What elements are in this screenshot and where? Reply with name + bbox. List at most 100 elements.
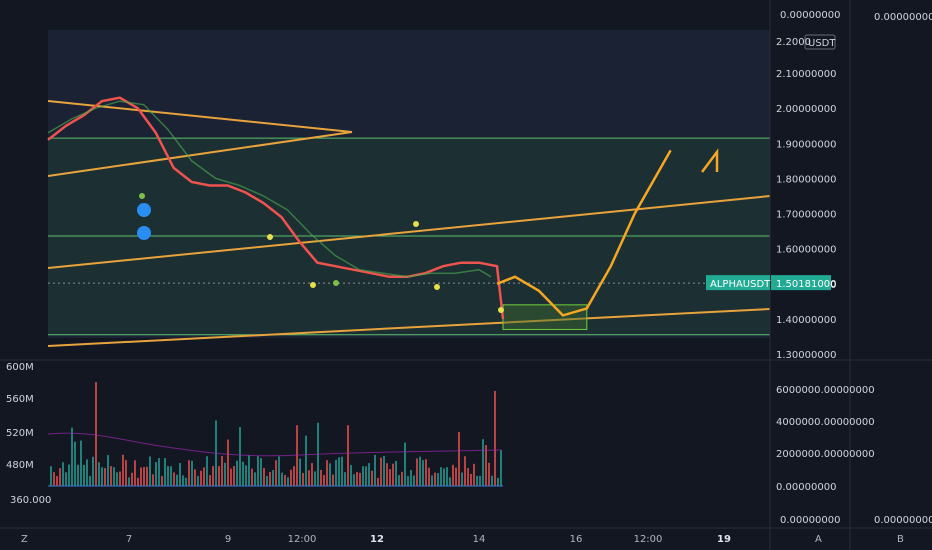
volume-bottom-label: 360.000	[10, 495, 51, 506]
volume-bar	[242, 461, 244, 486]
volume-bar	[440, 467, 442, 486]
volume-bar	[482, 439, 484, 486]
volume-bar	[56, 476, 58, 486]
last-price-label: 1.50181000	[776, 279, 836, 290]
volume-bar	[431, 475, 433, 486]
volume-bar	[293, 466, 295, 486]
volume-right-axis: 6000000.00000000 4000000.00000000 2000000.…	[776, 385, 875, 493]
price-tick-label: 1.40000000	[776, 315, 836, 326]
volume-bar	[320, 469, 322, 486]
volume-bar	[74, 441, 76, 486]
chart-root: 2.10000000 2.00000000 1.90000000 1.80000000…	[0, 0, 932, 550]
volume-bar	[341, 456, 343, 486]
volume-bar	[305, 435, 307, 486]
volume-bar	[494, 391, 496, 486]
volume-bar	[407, 476, 409, 486]
volume-bar	[377, 477, 379, 486]
volume-bar	[497, 477, 499, 486]
price-top-label: 2.2000	[776, 37, 811, 48]
volume-bar	[236, 460, 238, 486]
volume-bar	[143, 467, 145, 486]
volume-bar	[368, 463, 370, 486]
volume-bar	[227, 439, 229, 486]
volume-bar	[344, 472, 346, 486]
volume-bar	[83, 464, 85, 486]
volume-bar	[203, 467, 205, 486]
volume-bar	[476, 475, 478, 486]
volume-bar	[416, 458, 418, 486]
volume-bar	[137, 477, 139, 486]
volume-bar	[458, 432, 460, 486]
volume-bar	[437, 473, 439, 486]
volume-bar	[287, 477, 289, 486]
volume-bar	[92, 456, 94, 486]
volume-bar	[470, 473, 472, 486]
volume-bar	[350, 465, 352, 486]
volume-right-tick-label: 4000000.00000000	[776, 417, 875, 428]
volume-bar	[485, 445, 487, 486]
volume-bar	[260, 458, 262, 486]
time-tick-label: 9	[225, 534, 231, 545]
volume-bar	[110, 466, 112, 486]
volume-bar	[386, 463, 388, 486]
time-axis[interactable]: 7 9 12:00 12 14 16 12:00 19	[126, 534, 731, 545]
volume-bar	[77, 464, 79, 486]
price-tick-label: 1.60000000	[776, 245, 836, 256]
trading-chart[interactable]: 2.10000000 2.00000000 1.90000000 1.80000000…	[0, 0, 932, 550]
target-zone-box	[502, 304, 588, 330]
volume-left-axis: 600M 560M 520M 480M	[6, 362, 34, 471]
volume-bar	[272, 470, 274, 486]
volume-bar	[68, 464, 70, 486]
volume-bar	[185, 477, 187, 486]
volume-bar	[365, 466, 367, 486]
volume-bar	[104, 468, 106, 486]
volume-bar	[170, 466, 172, 486]
volume-bar	[209, 475, 211, 486]
signal-marker	[498, 307, 504, 313]
secondary-scale-button[interactable]: B	[897, 534, 904, 545]
price-axis[interactable]: 2.10000000 2.00000000 1.90000000 1.80000000…	[776, 69, 836, 361]
volume-bar	[176, 474, 178, 486]
price-tick-label: 1.70000000	[776, 210, 836, 221]
volume-bar	[191, 460, 193, 486]
volume-bar	[158, 458, 160, 486]
volume-bar	[425, 459, 427, 486]
volume-bar	[395, 461, 397, 486]
price-tick-label: 1.80000000	[776, 174, 836, 185]
volume-bar	[167, 466, 169, 486]
volume-bar	[128, 477, 130, 486]
volume-bar	[257, 456, 259, 486]
volume-bar	[302, 472, 304, 486]
volume-bar	[188, 460, 190, 486]
volume-bar	[383, 456, 385, 486]
volume-bar	[146, 466, 148, 486]
volume-bar	[389, 469, 391, 486]
volume-bar	[248, 454, 250, 486]
volume-ma-line	[47, 432, 503, 457]
volume-bar	[398, 475, 400, 486]
volume-bar	[173, 472, 175, 486]
time-tick-label: 12:00	[288, 534, 317, 545]
time-tick-label: 14	[473, 534, 486, 545]
signal-marker	[137, 226, 151, 240]
volume-right-tick-label: 0.00000000	[776, 482, 836, 493]
price-tick-label: 1.30000000	[776, 350, 836, 361]
volume-bar	[353, 474, 355, 486]
volume-bar	[290, 469, 292, 486]
volume-bar	[299, 458, 301, 486]
volume-bar	[356, 472, 358, 486]
volume-bar	[404, 442, 406, 486]
auto-scale-button[interactable]: A	[815, 534, 822, 545]
volume-bar	[479, 475, 481, 486]
volume-bar	[335, 459, 337, 486]
zoom-button[interactable]: Z	[21, 534, 28, 545]
volume-bar	[95, 382, 97, 486]
time-tick-label: 16	[570, 534, 583, 545]
volume-bar	[134, 460, 136, 486]
volume-bar	[212, 466, 214, 486]
price-tick-label: 1.90000000	[776, 139, 836, 150]
volume-bar	[326, 460, 328, 486]
volume-bar	[221, 456, 223, 486]
volume-bar	[269, 471, 271, 486]
signal-marker	[413, 221, 419, 227]
